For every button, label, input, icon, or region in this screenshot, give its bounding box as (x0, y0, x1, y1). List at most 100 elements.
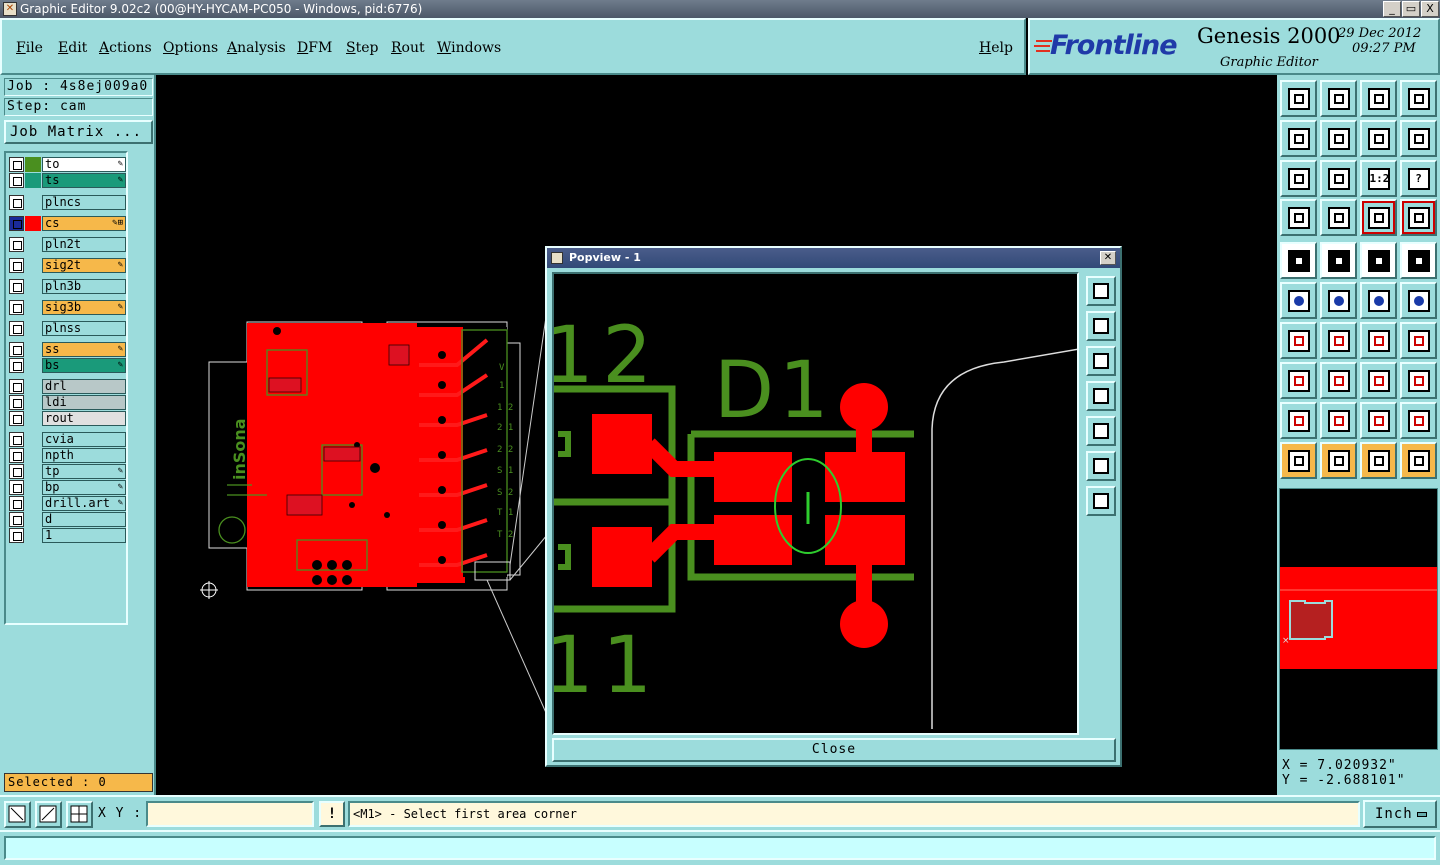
layer-checkbox[interactable] (9, 512, 24, 527)
layer-name[interactable]: drl (42, 379, 126, 394)
menu-options[interactable]: Options (163, 40, 218, 56)
layer-checkbox[interactable] (9, 379, 24, 394)
surface-button[interactable] (1400, 362, 1437, 399)
menu-help[interactable]: Help (979, 40, 1013, 56)
layer-row[interactable]: ldi (9, 395, 126, 410)
dimension-button[interactable] (1360, 362, 1397, 399)
layer-name[interactable]: pln2t (42, 237, 126, 252)
layer-checkbox[interactable] (9, 448, 24, 463)
fit-all-button[interactable] (1280, 160, 1317, 197)
layer-name[interactable]: bp ✎ (42, 480, 126, 495)
layer-name[interactable]: rout (42, 411, 126, 426)
select-box-button[interactable] (1320, 242, 1357, 279)
menu-rout[interactable]: Rout (391, 40, 425, 56)
zoom-area-button[interactable] (4, 801, 31, 828)
cross-pad-button[interactable] (1320, 282, 1357, 319)
layer-checkbox[interactable] (9, 321, 24, 336)
layer-row[interactable]: drl (9, 379, 126, 394)
layer-name[interactable]: pln3b (42, 279, 126, 294)
layer-checkbox[interactable] (9, 496, 24, 511)
layer-color-swatch[interactable] (25, 173, 41, 188)
layer-name[interactable]: bs ✎ (42, 358, 126, 373)
layer-color-swatch[interactable] (25, 216, 41, 231)
layer-row[interactable]: bp ✎ (9, 480, 126, 495)
feature-info-button[interactable] (1280, 242, 1317, 279)
layer-name[interactable]: ss ✎ (42, 342, 126, 357)
popview-close-icon[interactable]: ✕ (1100, 251, 1116, 265)
layer-color-swatch[interactable] (25, 321, 41, 336)
add-pad-button[interactable] (1280, 362, 1317, 399)
pan-right-button[interactable] (1320, 120, 1357, 157)
layer-name[interactable]: cs ✎⊞ (42, 216, 126, 231)
layer-name[interactable]: cvia (42, 432, 126, 447)
connect-nodes-button[interactable] (1280, 282, 1317, 319)
layer-checkbox[interactable] (9, 173, 24, 188)
pointer-button[interactable] (1280, 442, 1317, 479)
center-button[interactable] (1320, 160, 1357, 197)
menu-file[interactable]: File (16, 40, 43, 56)
layer-color-swatch[interactable] (25, 237, 41, 252)
layer-name[interactable]: sig2t ✎ (42, 258, 126, 273)
layer-color-swatch[interactable] (25, 342, 41, 357)
layer-name[interactable]: ldi (42, 395, 126, 410)
close-window-button[interactable]: X (1421, 1, 1439, 17)
layer-color-swatch[interactable] (25, 411, 41, 426)
layer-color-swatch[interactable] (25, 195, 41, 210)
layer-name[interactable]: 1 (42, 528, 126, 543)
layer-color-swatch[interactable] (25, 279, 41, 294)
layer-color-swatch[interactable] (25, 496, 41, 511)
popview-pan-left-icon[interactable] (1086, 381, 1116, 411)
line-split-button[interactable] (1320, 362, 1357, 399)
measure-button[interactable] (35, 801, 62, 828)
layer-row[interactable]: plncs (9, 195, 126, 210)
help-button[interactable]: ? (1400, 160, 1437, 197)
layer-row[interactable]: to ✎ (9, 157, 126, 172)
layer-color-swatch[interactable] (25, 395, 41, 410)
zoom-step-button[interactable] (1320, 80, 1357, 117)
layer-checkbox[interactable] (9, 342, 24, 357)
minimize-button[interactable]: _ (1383, 1, 1401, 17)
popview-zoom-in-icon[interactable] (1086, 346, 1116, 376)
popview-fit-all-icon[interactable] (1086, 451, 1116, 481)
xy-input[interactable] (146, 801, 314, 827)
layer-color-swatch[interactable] (25, 528, 41, 543)
popview-zoom-home-icon[interactable] (1086, 311, 1116, 341)
layer-row[interactable]: npth (9, 448, 126, 463)
layer-row[interactable]: bs ✎ (9, 358, 126, 373)
job-matrix-button[interactable]: Job Matrix ... (4, 120, 153, 144)
layer-color-swatch[interactable] (25, 379, 41, 394)
redraw-button[interactable] (1360, 120, 1397, 157)
layer-checkbox[interactable] (9, 528, 24, 543)
layer-checkbox[interactable] (9, 395, 24, 410)
layer-row[interactable]: plnss (9, 321, 126, 336)
popview-pan-right-icon[interactable] (1086, 416, 1116, 446)
layer-row[interactable]: rout (9, 411, 126, 426)
layer-color-swatch[interactable] (25, 480, 41, 495)
popview-center-icon[interactable] (1086, 486, 1116, 516)
layer-row[interactable]: sig3b ✎ (9, 300, 126, 315)
swap-button[interactable] (1400, 120, 1437, 157)
layer-row[interactable]: cvia (9, 432, 126, 447)
scale-1-2-button[interactable]: 1:2 (1360, 160, 1397, 197)
layer-row[interactable]: ts ✎ (9, 173, 126, 188)
layer-name[interactable]: plnss (42, 321, 126, 336)
layer-row[interactable]: drill.art ✎ (9, 496, 126, 511)
layer-checkbox[interactable] (9, 300, 24, 315)
menu-actions[interactable]: Actions (99, 40, 152, 56)
layer-color-swatch[interactable] (25, 300, 41, 315)
a-frame-button[interactable] (1360, 402, 1397, 439)
maximize-button[interactable]: ▭ (1402, 1, 1420, 17)
layer-checkbox[interactable] (9, 258, 24, 273)
arc-button[interactable] (1360, 322, 1397, 359)
layer-checkbox[interactable] (9, 279, 24, 294)
pointer-alt-button[interactable] (1360, 442, 1397, 479)
layer-color-swatch[interactable] (25, 358, 41, 373)
layer-checkbox[interactable] (9, 432, 24, 447)
layer-name[interactable]: tp ✎ (42, 464, 126, 479)
layer-color-swatch[interactable] (25, 258, 41, 273)
popview-title-bar[interactable]: Popview - 1 ✕ (547, 248, 1120, 268)
layer-row[interactable]: ss ✎ (9, 342, 126, 357)
angle-button[interactable] (1280, 322, 1317, 359)
layer-checkbox[interactable] (9, 480, 24, 495)
layer-row[interactable]: 1 (9, 528, 126, 543)
